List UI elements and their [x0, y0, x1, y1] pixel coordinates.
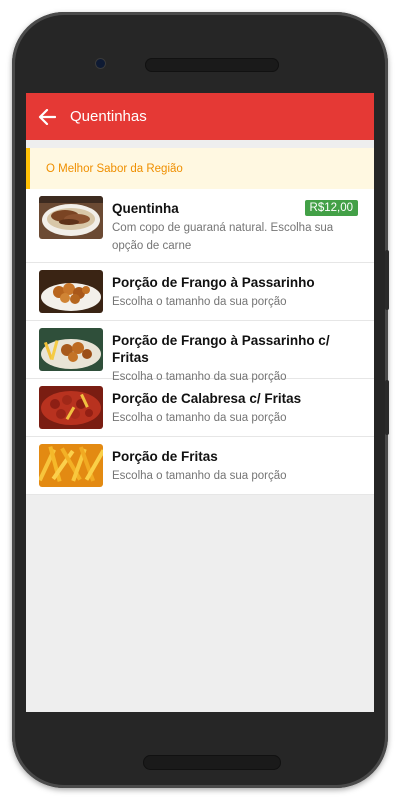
volume-button [385, 250, 389, 310]
fried-chicken-photo [39, 270, 103, 313]
item-name: Quentinha [112, 201, 179, 216]
list-item[interactable]: Quentinha R$12,00 Com copo de guaraná na… [26, 189, 374, 263]
bottom-speaker [143, 755, 281, 770]
power-button [385, 380, 389, 435]
list-item[interactable]: Porção de Fritas Escolha o tamanho da su… [26, 437, 374, 495]
item-description: Escolha o tamanho da sua porção [112, 470, 287, 482]
item-name: Porção de Frango à Passarinho [112, 275, 315, 290]
list-item[interactable]: Porção de Calabresa c/ Fritas Escolha o … [26, 379, 374, 437]
sausage-fries-photo [39, 386, 103, 429]
item-description: Escolha o tamanho da sua porção [112, 371, 287, 383]
product-list: Quentinha R$12,00 Com copo de guaraná na… [26, 189, 374, 495]
page-title: Quentinhas [70, 108, 147, 125]
french-fries-photo [39, 444, 103, 487]
item-description: Com copo de guaraná natural. Escolha sua… [112, 222, 334, 252]
slogan-text: O Melhor Sabor da Região [46, 162, 183, 175]
top-speaker [145, 58, 279, 72]
app-screen: Quentinhas O Melhor Sabor da Região Quen… [26, 93, 374, 712]
arrow-left-icon [38, 108, 56, 125]
item-name: Porção de Frango à Passarinho c/ Fritas [112, 333, 330, 365]
list-item[interactable]: Porção de Frango à Passarinho c/ Fritas … [26, 321, 374, 383]
back-button[interactable] [30, 93, 64, 140]
item-name: Porção de Fritas [112, 449, 218, 464]
item-description: Escolha o tamanho da sua porção [112, 412, 287, 424]
list-item[interactable]: Porção de Frango à Passarinho Escolha o … [26, 263, 374, 321]
price-badge: R$12,00 [304, 199, 358, 216]
slogan-banner: O Melhor Sabor da Região [26, 148, 374, 189]
meat-dish-photo [39, 196, 103, 239]
item-name: Porção de Calabresa c/ Fritas [112, 391, 302, 406]
item-description: Escolha o tamanho da sua porção [112, 296, 287, 308]
front-camera [96, 59, 105, 68]
chicken-fries-photo [39, 328, 103, 371]
app-bar: Quentinhas [26, 93, 374, 140]
